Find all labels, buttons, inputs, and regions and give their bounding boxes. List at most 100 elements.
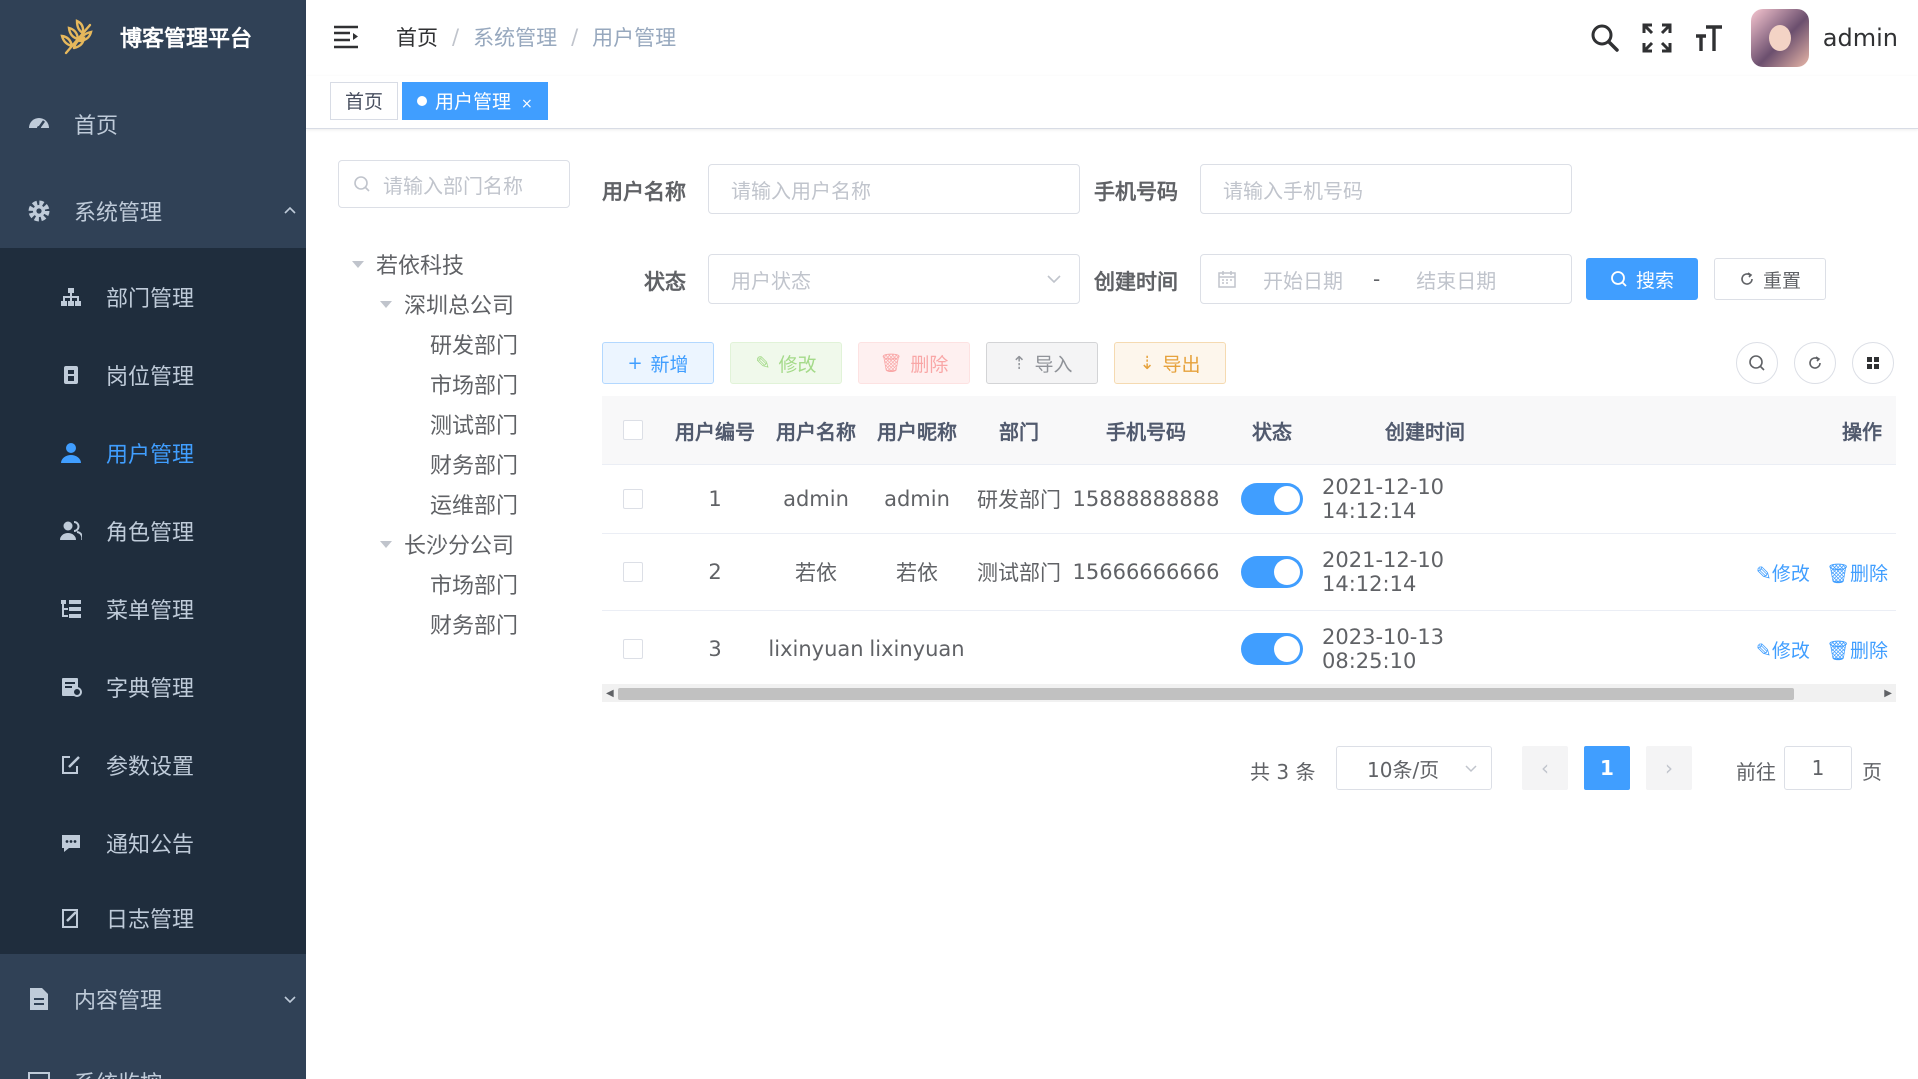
page-number: 1 (1600, 756, 1614, 780)
tag-user-management[interactable]: 用户管理 × (402, 82, 548, 120)
sidebar-item-notice[interactable]: 通知公告 (0, 804, 306, 882)
reset-button[interactable]: 重置 (1714, 258, 1826, 300)
sidebar-item-menu[interactable]: 菜单管理 (0, 570, 306, 648)
tag-home[interactable]: 首页 (330, 82, 399, 120)
refresh-button[interactable] (1794, 342, 1836, 384)
sidebar-item-label: 菜单管理 (106, 599, 195, 624)
breadcrumb-home[interactable]: 首页 (396, 22, 438, 52)
close-icon[interactable]: × (521, 96, 533, 112)
horizontal-scrollbar[interactable]: ◀ ▶ (602, 684, 1896, 702)
trash-icon: 🗑︎ (879, 352, 903, 374)
tree-node-leaf[interactable]: 测试部门 (430, 408, 518, 440)
tree-node-branch[interactable]: 深圳总公司 (380, 288, 514, 320)
status-switch[interactable] (1241, 483, 1303, 515)
edit-button-label: 修改 (778, 353, 817, 376)
hamburger-icon[interactable] (332, 24, 360, 50)
add-button[interactable]: + 新增 (602, 342, 714, 384)
status-label: 状态 (644, 270, 686, 294)
post-icon (58, 362, 84, 388)
tree-node-root[interactable]: 若依科技 (352, 248, 464, 280)
tree-node-leaf[interactable]: 研发部门 (430, 328, 518, 360)
tree-node-leaf[interactable]: 市场部门 (430, 368, 518, 400)
delete-button[interactable]: 🗑︎ 删除 (858, 342, 970, 384)
row-checkbox[interactable] (623, 489, 643, 509)
dept-search-input[interactable]: 请输入部门名称 (338, 160, 570, 208)
cell-user-id: 1 (708, 487, 722, 511)
row-delete-link[interactable]: 🗑︎删除 (1826, 636, 1888, 663)
tree-node-leaf[interactable]: 市场部门 (430, 568, 518, 600)
sidebar-item-role[interactable]: 角色管理 (0, 492, 306, 570)
sidebar-item-post[interactable]: 岗位管理 (0, 336, 306, 414)
avatar[interactable] (1750, 9, 1809, 67)
menu-home[interactable]: 首页 (0, 74, 306, 174)
sidebar-item-dict[interactable]: 字典管理 (0, 648, 306, 726)
toggle-search-button[interactable] (1736, 342, 1778, 384)
pencil-icon: ✎ (1755, 562, 1772, 585)
status-select[interactable]: 用户状态 (708, 254, 1080, 304)
scrollbar-thumb[interactable] (618, 688, 1794, 700)
search-icon[interactable] (1589, 22, 1621, 54)
sidebar-item-log[interactable]: 日志管理 (0, 882, 306, 954)
page-size-select[interactable]: 10条/页 (1336, 746, 1492, 790)
start-date-placeholder: 开始日期 (1263, 268, 1343, 293)
next-page-button[interactable]: › (1646, 746, 1692, 790)
import-button[interactable]: ⇡ 导入 (986, 342, 1098, 384)
row-checkbox[interactable] (623, 562, 643, 582)
date-separator: - (1373, 267, 1381, 291)
grid-icon (1867, 357, 1879, 369)
trash-icon: 🗑︎ (1825, 562, 1850, 585)
cell-dept: 研发部门 (977, 488, 1061, 512)
sidebar: 博客管理平台 首页 系统管理 部门管理 岗位管理 用户管理 角色管理 菜单管理 … (0, 0, 306, 1079)
edit-icon (58, 752, 84, 778)
prev-page-button[interactable]: ‹ (1522, 746, 1568, 790)
breadcrumb-separator: / (571, 25, 579, 49)
row-checkbox[interactable] (623, 639, 643, 659)
status-switch[interactable] (1241, 556, 1303, 588)
username-input[interactable]: 请输入用户名称 (708, 164, 1080, 214)
page-number-button[interactable]: 1 (1584, 746, 1630, 790)
search-button[interactable]: 搜索 (1586, 258, 1698, 300)
fullscreen-icon[interactable] (1641, 22, 1673, 54)
chevron-down-icon (1047, 275, 1061, 284)
pencil-icon: ✎ (1755, 639, 1772, 662)
tree-node-leaf[interactable]: 财务部门 (430, 608, 518, 640)
scroll-left-icon[interactable]: ◀ (606, 688, 614, 699)
chevron-down-icon (284, 996, 296, 1004)
phone-label: 手机号码 (1094, 180, 1178, 204)
sidebar-item-label: 岗位管理 (106, 365, 195, 390)
export-button[interactable]: ⇣ 导出 (1114, 342, 1226, 384)
tree-label: 测试部门 (430, 414, 519, 439)
scroll-right-icon[interactable]: ▶ (1884, 688, 1892, 699)
sidebar-item-dept[interactable]: 部门管理 (0, 258, 306, 336)
username[interactable]: admin (1823, 24, 1898, 52)
breadcrumb: 首页 / 系统管理 / 用户管理 (396, 22, 676, 52)
row-delete-link[interactable]: 🗑︎删除 (1826, 559, 1888, 586)
font-size-icon[interactable] (1693, 22, 1725, 54)
columns-button[interactable] (1852, 342, 1894, 384)
tree-node-branch[interactable]: 长沙分公司 (380, 528, 514, 560)
sidebar-item-label: 角色管理 (106, 521, 195, 546)
goto-page-input[interactable]: 1 (1784, 746, 1852, 790)
chevron-left-icon: ‹ (1541, 756, 1549, 780)
refresh-icon (1741, 272, 1753, 285)
caret-down-icon (352, 260, 364, 268)
tree-node-leaf[interactable]: 运维部门 (430, 488, 518, 520)
header-phone: 手机号码 (1106, 419, 1186, 444)
sidebar-item-config[interactable]: 参数设置 (0, 726, 306, 804)
tree-node-leaf[interactable]: 财务部门 (430, 448, 518, 480)
row-edit-link[interactable]: ✎修改 (1756, 559, 1810, 586)
status-switch[interactable] (1241, 633, 1303, 665)
header-nickname: 用户昵称 (877, 419, 957, 444)
logo[interactable]: 博客管理平台 (0, 0, 306, 74)
username-label: 用户名称 (602, 180, 686, 204)
sidebar-item-user[interactable]: 用户管理 (0, 414, 306, 492)
menu-system[interactable]: 系统管理 (0, 174, 306, 248)
edit-button[interactable]: ✎ 修改 (730, 342, 842, 384)
menu-monitor[interactable]: 系统监控 (0, 1060, 306, 1079)
date-range-picker[interactable]: 开始日期 - 结束日期 (1200, 254, 1572, 304)
menu-content[interactable]: 内容管理 (0, 954, 306, 1044)
navbar: 首页 / 系统管理 / 用户管理 admin (306, 0, 1918, 76)
phone-input[interactable]: 请输入手机号码 (1200, 164, 1572, 214)
select-all-checkbox[interactable] (623, 420, 643, 440)
row-edit-link[interactable]: ✎修改 (1756, 636, 1810, 663)
